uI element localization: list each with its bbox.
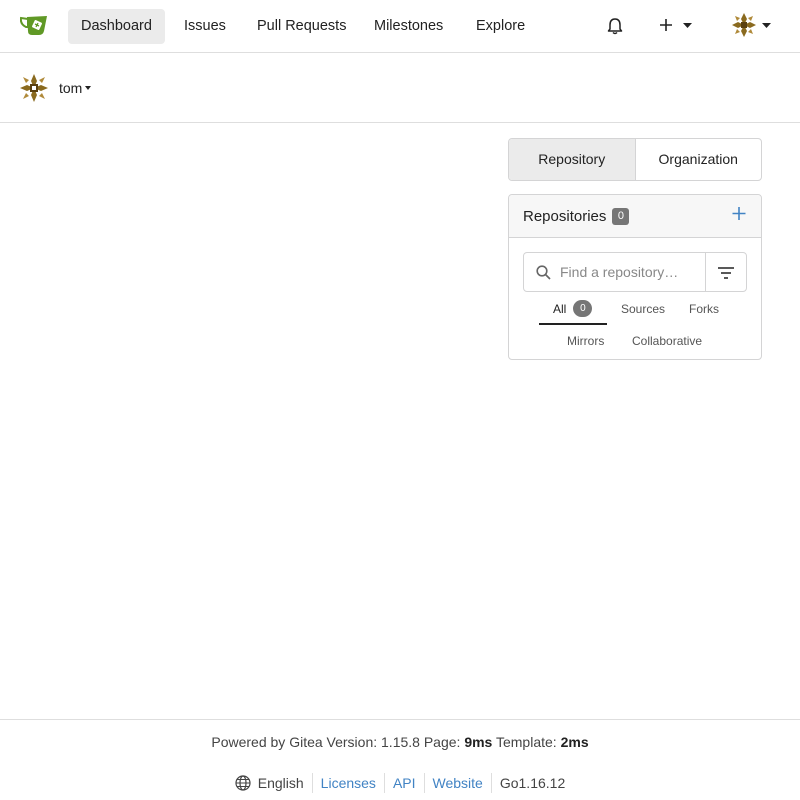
api-link[interactable]: API: [393, 775, 416, 791]
tab-collaborative[interactable]: Collaborative: [632, 334, 702, 348]
repositories-header: Repositories 0: [509, 195, 761, 238]
repositories-title: Repositories 0: [523, 207, 630, 225]
go-version: Go1.16.12: [499, 775, 566, 791]
language-selector[interactable]: English: [235, 775, 304, 791]
tab-repository[interactable]: Repository: [509, 139, 636, 180]
page-time: 9ms: [464, 734, 493, 750]
tab-organization[interactable]: Organization: [636, 139, 762, 180]
chevron-down-icon: [762, 23, 771, 28]
user-avatar-menu[interactable]: [731, 12, 775, 40]
repositories-panel: Repositories0 All0 Sources Forks Mirrors…: [508, 194, 762, 360]
repo-org-switch: Repository Organization: [508, 138, 762, 181]
tab-sources[interactable]: Sources: [621, 302, 665, 316]
divider: [423, 773, 425, 793]
filter-button[interactable]: [706, 253, 746, 291]
dashboard-context-header: tom: [0, 53, 800, 123]
nav-dashboard[interactable]: Dashboard: [68, 9, 165, 44]
page-footer: Powered by Gitea Version: 1.15.8 Page: 9…: [0, 719, 800, 800]
search-icon: [536, 265, 551, 280]
nav-explore[interactable]: Explore: [463, 9, 538, 44]
avatar: [731, 12, 757, 38]
search-input[interactable]: [560, 261, 700, 283]
search-field: [524, 253, 706, 291]
language-label: English: [257, 775, 304, 791]
globe-icon: [235, 775, 251, 791]
active-tab-indicator: [539, 323, 607, 325]
tab-mirrors[interactable]: Mirrors: [567, 334, 604, 348]
repo-count-badge: 0: [612, 207, 630, 225]
tab-forks[interactable]: Forks: [689, 302, 719, 316]
filter-icon: [718, 267, 734, 279]
context-user-switcher[interactable]: tom: [59, 80, 92, 96]
nav-issues[interactable]: Issues: [171, 9, 239, 44]
template-time: 2ms: [560, 734, 589, 750]
plus-icon: [660, 19, 672, 31]
chevron-down-icon: [683, 23, 692, 28]
user-name: tom: [59, 80, 83, 96]
nav-milestones[interactable]: Milestones: [361, 9, 456, 44]
divider: [383, 773, 385, 793]
repo-search-box: [523, 252, 747, 292]
divider: [311, 773, 313, 793]
footer-links: English Licenses API Website Go1.16.12: [0, 773, 800, 793]
licenses-link[interactable]: Licenses: [321, 775, 376, 791]
create-new-menu[interactable]: [657, 15, 695, 37]
powered-by-text: Powered by Gitea Version: 1.15.8 Page: 9…: [211, 734, 589, 750]
website-link[interactable]: Website: [433, 775, 483, 791]
bell-icon[interactable]: [606, 17, 624, 35]
top-navbar: Dashboard Issues Pull Requests Milestone…: [0, 0, 800, 53]
avatar: [19, 73, 49, 103]
all-count-badge: 0: [573, 300, 593, 318]
tab-all[interactable]: All 0: [553, 300, 593, 318]
divider: [490, 773, 492, 793]
nav-pull-requests[interactable]: Pull Requests: [244, 9, 359, 44]
add-repository-icon[interactable]: [731, 206, 747, 222]
gitea-logo-icon[interactable]: [20, 14, 50, 38]
caret-down-icon: [85, 85, 92, 90]
